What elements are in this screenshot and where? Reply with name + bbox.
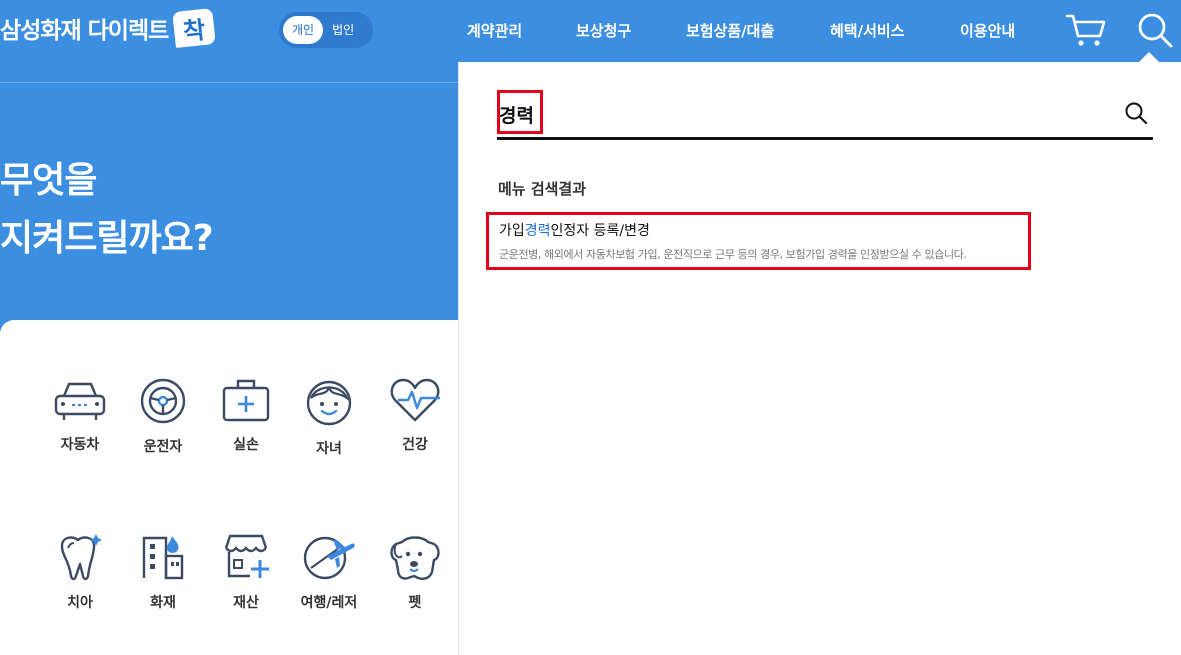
results-heading: 메뉴 검색결과 [498,180,587,198]
nav-claims[interactable]: 보상청구 [576,20,631,41]
nav-products[interactable]: 보험상품/대출 [686,20,774,41]
product-label: 재산 [233,595,259,611]
toggle-personal[interactable]: 개인 [283,16,324,44]
tooth-icon [60,534,102,581]
dog-icon [390,536,440,580]
cart-icon [1065,14,1106,46]
nav-guide[interactable]: 이용안내 [960,20,1015,41]
product-medical[interactable]: 실손 [205,376,287,454]
toggle-corporate[interactable]: 법인 [323,16,363,44]
hero-title: 무엇을 지켜드릴까요? [0,152,214,268]
result-title-before: 가입 [499,223,525,239]
product-travel[interactable]: 여행/레저 [288,532,370,612]
product-driver[interactable]: 운전자 [122,376,204,456]
cart-button[interactable] [1064,8,1108,52]
search-icon [1138,13,1173,48]
product-label: 운전자 [143,439,183,455]
product-dental[interactable]: 치아 [39,532,121,612]
car-icon [54,382,106,420]
product-label: 자동차 [60,437,100,453]
product-label: 화재 [150,595,176,611]
search-input[interactable] [497,94,1097,134]
building-fire-icon [142,536,184,580]
child-face-icon [306,380,352,426]
logo-text: 삼성화재 다이렉트 [0,18,169,44]
product-car[interactable]: 자동차 [39,376,121,454]
search-bar [497,88,1153,140]
hero-title-line1: 무엇을 [0,160,97,201]
product-label: 여행/레저 [300,595,358,611]
product-card: 자동차 운전자 실손 자녀 건강 치아 화재 재산 여행/레저 펫 [0,320,460,655]
product-fire[interactable]: 화재 [122,532,204,612]
globe-airplane-icon [303,536,355,580]
product-label: 자녀 [316,441,342,457]
result-title-match: 경력 [524,223,551,239]
product-label: 실손 [233,437,259,453]
result-title-after: 인정자 등록/변경 [550,223,650,239]
steering-wheel-icon [140,378,186,424]
product-property[interactable]: 재산 [205,532,287,612]
hero-title-line2: 지켜드릴까요? [0,218,214,259]
result-title[interactable]: 가입경력인정자 등록/변경 [499,220,1028,240]
search-toggle-button[interactable] [1133,8,1177,52]
search-result-item[interactable]: 가입경력인정자 등록/변경 군운전병, 해외에서 자동차보험 가입, 운전직으로… [486,212,1031,270]
logo-badge: 착 [172,8,217,48]
store-icon [224,534,269,578]
hero-divider [0,82,458,83]
result-description: 군운전병, 해외에서 자동차보험 가입, 운전직으로 근무 등의 경우, 보험가… [499,248,967,261]
first-aid-kit-icon [222,379,270,422]
customer-type-toggle: 개인 법인 [279,12,373,48]
search-icon [1125,102,1148,125]
brand-logo[interactable]: 삼성화재 다이렉트 착 [0,8,217,48]
product-pet[interactable]: 펫 [374,532,456,612]
product-health[interactable]: 건강 [374,376,456,454]
search-panel [458,62,1181,655]
search-panel-pointer [1139,52,1159,62]
nav-contract[interactable]: 계약관리 [467,20,522,41]
product-label: 펫 [408,595,422,611]
product-label: 치아 [67,595,93,611]
product-label: 건강 [402,437,428,453]
search-submit-button[interactable] [1123,100,1151,128]
top-header: 삼성화재 다이렉트 착 개인 법인 계약관리 보상청구 보험상품/대출 혜택/서… [0,0,1181,62]
product-child[interactable]: 자녀 [288,376,370,458]
nav-benefits[interactable]: 혜택/서비스 [830,20,904,41]
heart-pulse-icon [390,378,440,422]
